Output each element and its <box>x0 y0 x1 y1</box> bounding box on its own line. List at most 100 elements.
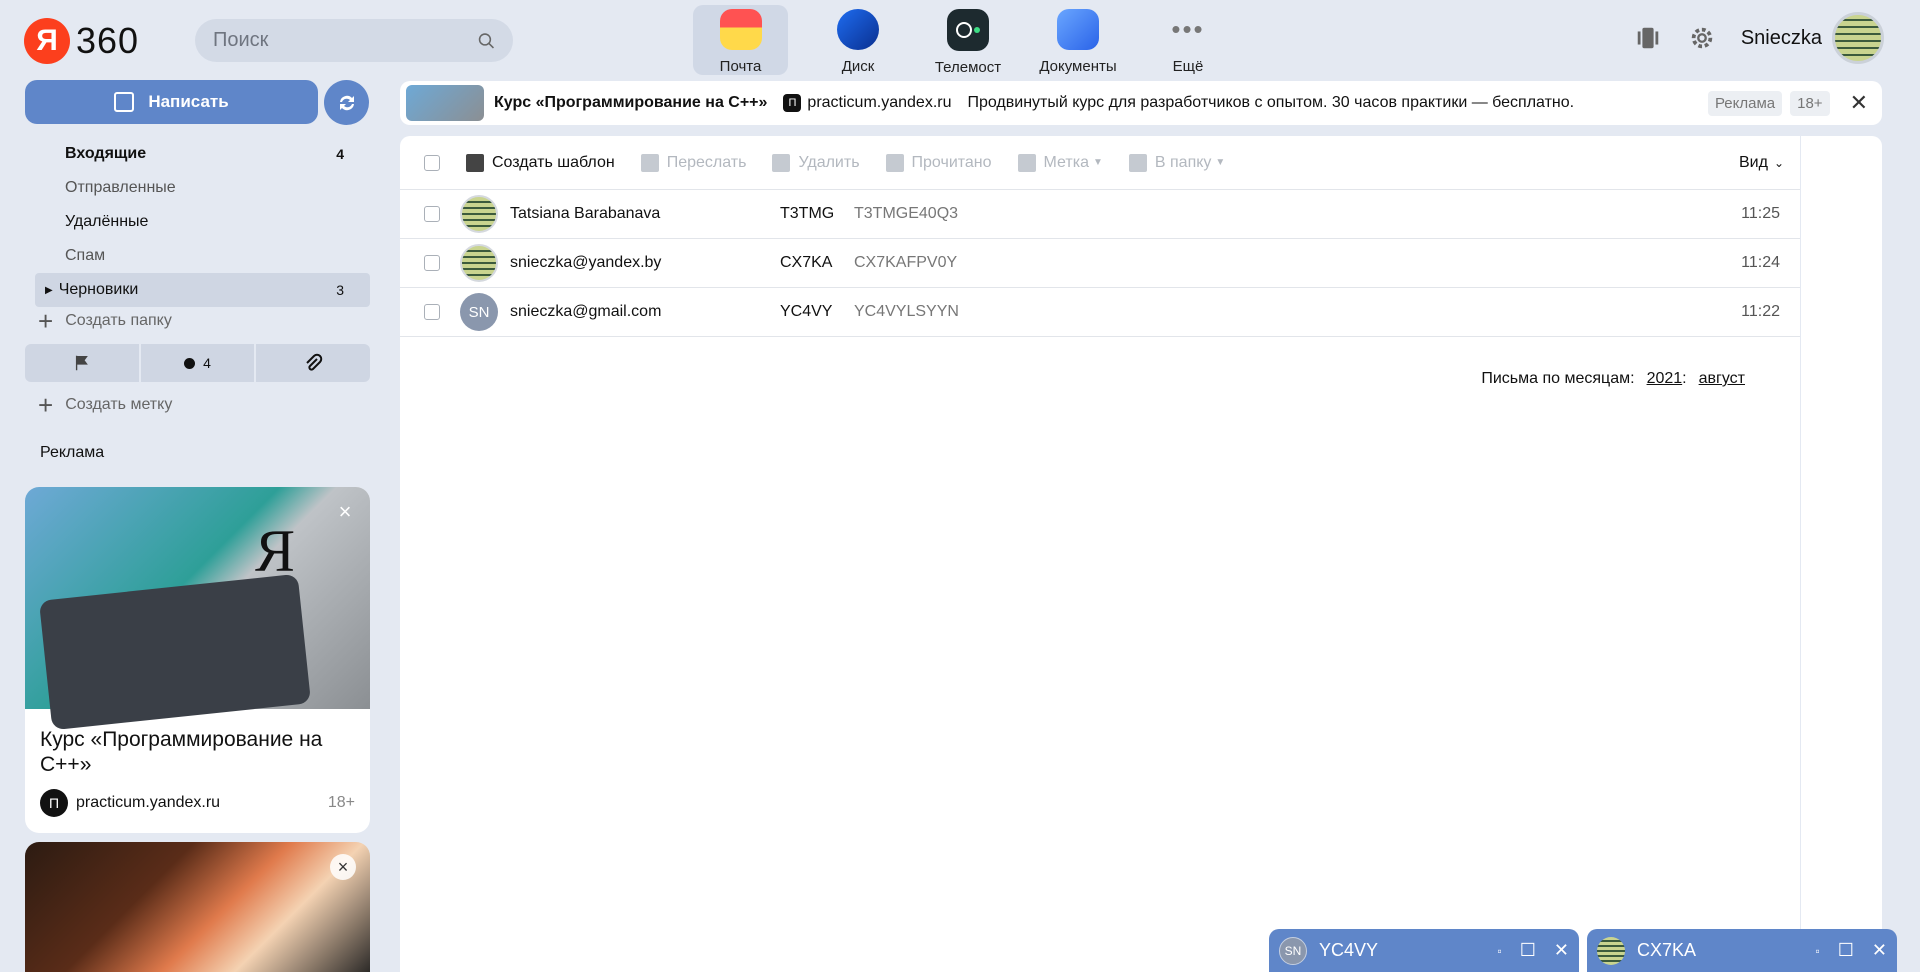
tab-avatar: SN <box>1279 936 1307 965</box>
flag-icon <box>75 355 88 371</box>
disk-icon <box>837 9 879 50</box>
expand-triangle-icon[interactable]: ▶ <box>45 285 53 296</box>
forward-button[interactable]: Переслать <box>640 153 747 172</box>
sidebar-ad-card-2[interactable]: × <box>25 842 370 972</box>
minimize-icon[interactable]: ▫ <box>1816 944 1820 958</box>
ad-heading: Реклама <box>40 444 105 461</box>
ad-image: Я × <box>25 487 370 731</box>
search-icon[interactable] <box>478 30 495 52</box>
banner-thumbnail <box>406 85 484 121</box>
search-box[interactable] <box>195 19 513 62</box>
message-subject: CX7KA <box>780 254 833 271</box>
logo-text: 360 <box>76 20 140 61</box>
app-label: Почта <box>719 58 762 75</box>
app-mail[interactable]: Почта <box>693 5 788 75</box>
folder-list: Входящие 4 Отправленные Удалённые Спам ▶… <box>35 137 370 307</box>
folder-spam[interactable]: Спам <box>35 239 370 273</box>
message-time: 11:25 <box>1741 205 1780 222</box>
close-icon[interactable]: × <box>330 854 356 880</box>
filter-flagged[interactable] <box>25 344 139 382</box>
folder-label: Входящие <box>65 145 147 162</box>
folder-trash[interactable]: Удалённые <box>35 205 370 239</box>
message-checkbox[interactable] <box>424 304 440 320</box>
sender-avatar[interactable] <box>460 195 498 233</box>
message-checkbox[interactable] <box>424 206 440 222</box>
message-row[interactable]: SN snieczka@gmail.com YC4VY YC4VYLSYYN 1… <box>400 288 1800 337</box>
search-input[interactable] <box>213 29 478 52</box>
forward-label: Переслать <box>666 153 747 171</box>
practicum-logo-icon: П <box>783 94 802 112</box>
pen-icon <box>114 92 135 112</box>
app-label: Диск <box>841 58 875 75</box>
sender-avatar[interactable] <box>460 244 498 282</box>
folder-drafts[interactable]: ▶ Черновики 3 <box>35 273 370 307</box>
username[interactable]: Snieczka <box>1741 27 1822 50</box>
message-row[interactable]: snieczka@yandex.by CX7KA CX7KAFPV0Y 11:2… <box>400 239 1800 288</box>
telemost-icon <box>947 9 989 51</box>
year-link[interactable]: 2021 <box>1647 370 1683 387</box>
close-icon[interactable]: ✕ <box>1850 90 1868 116</box>
select-all-checkbox[interactable] <box>424 154 440 171</box>
app-docs[interactable]: Документы <box>1023 5 1133 75</box>
app-more[interactable]: ••• Ещё <box>1133 5 1243 75</box>
view-label: Вид <box>1738 153 1768 171</box>
message-row[interactable]: Tatsiana Barabanava T3TMG T3TMGE40Q3 11:… <box>400 190 1800 239</box>
filter-unread[interactable]: 4 <box>140 344 255 382</box>
compose-tab[interactable]: CX7KA ▫ ☐ ✕ <box>1587 929 1897 972</box>
message-checkbox[interactable] <box>424 255 440 271</box>
ad-age-rating: 18+ <box>327 794 355 811</box>
month-link[interactable]: август <box>1699 370 1745 388</box>
ad-age-rating: 18+ <box>1790 90 1830 116</box>
vibrate-icon[interactable] <box>1633 23 1663 53</box>
compose-tab-title: CX7KA <box>1637 940 1697 960</box>
compose-tab[interactable]: SN YC4VY ▫ ☐ ✕ <box>1269 929 1579 972</box>
create-template-label: Создать шаблон <box>492 153 615 171</box>
top-ad-banner[interactable]: Курс «Программирование на С++» П practic… <box>400 81 1882 125</box>
more-icon: ••• <box>1171 14 1205 44</box>
settings-gear-icon[interactable] <box>1687 23 1717 53</box>
refresh-button[interactable] <box>324 80 369 125</box>
maximize-icon[interactable]: ☐ <box>1520 940 1536 961</box>
create-template-button[interactable]: Создать шаблон <box>466 153 615 172</box>
tab-controls: ▫ ☐ ✕ <box>1498 940 1570 961</box>
create-label-label: Создать метку <box>65 396 173 413</box>
create-label-link[interactable]: + Создать метку <box>38 390 172 420</box>
mail-icon <box>719 9 762 50</box>
message-preview: YC4VYLSYYN <box>854 303 959 320</box>
app-telemost[interactable]: Телемост <box>913 5 1023 76</box>
sidebar-ad-card[interactable]: Я × Курс «Программирование на С++» П pra… <box>25 487 370 833</box>
close-icon[interactable]: ✕ <box>1872 940 1887 961</box>
app-disk[interactable]: Диск <box>803 5 913 75</box>
close-icon[interactable]: × <box>334 501 356 523</box>
close-icon[interactable]: ✕ <box>1554 940 1569 961</box>
message-sender: snieczka@gmail.com <box>510 303 662 320</box>
ad-tag: Реклама <box>1707 90 1783 116</box>
tab-avatar <box>1597 936 1625 965</box>
folder-sent[interactable]: Отправленные <box>35 171 370 205</box>
label-button[interactable]: Метка ▼ <box>1017 153 1103 172</box>
yandex-logo-icon: Я <box>24 18 70 64</box>
practicum-logo-icon: П <box>40 789 68 817</box>
laptop-image <box>38 573 312 731</box>
dropdown-arrow-icon: ▼ <box>1215 157 1226 168</box>
message-toolbar: Создать шаблон Переслать Удалить Прочита… <box>400 136 1800 190</box>
maximize-icon[interactable]: ☐ <box>1838 940 1854 961</box>
view-menu-button[interactable]: Вид ⌄ <box>1739 154 1784 172</box>
folder-count: 3 <box>336 282 344 298</box>
compose-button[interactable]: Написать <box>25 80 318 124</box>
tag-icon <box>1017 153 1036 172</box>
user-avatar[interactable] <box>1832 12 1884 64</box>
label-label: Метка <box>1043 153 1089 171</box>
delete-button[interactable]: Удалить <box>772 153 860 172</box>
move-to-folder-button[interactable]: В папку ▼ <box>1128 153 1226 172</box>
create-folder-link[interactable]: + Создать папку <box>38 306 172 336</box>
minimize-icon[interactable]: ▫ <box>1498 944 1502 958</box>
yandex-360-logo[interactable]: Я 360 <box>24 18 139 64</box>
mark-read-button[interactable]: Прочитано <box>885 153 992 172</box>
folder-inbox[interactable]: Входящие 4 <box>35 137 370 171</box>
sender-avatar[interactable]: SN <box>460 293 498 331</box>
app-switcher: Почта Диск Телемост Документы ••• Ещё <box>693 5 1243 76</box>
filter-attachments[interactable] <box>256 344 371 382</box>
plus-icon: + <box>38 305 54 336</box>
folder-count: 4 <box>336 146 344 162</box>
